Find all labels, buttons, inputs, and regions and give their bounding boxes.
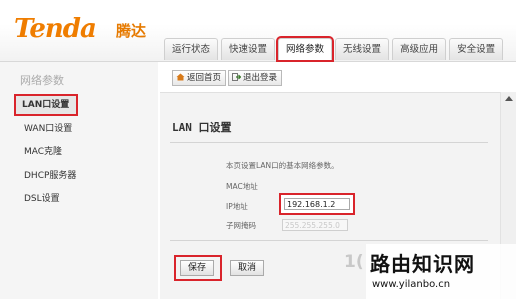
sidebar-item-mac-clone[interactable]: MAC克隆 bbox=[14, 141, 154, 163]
title-divider bbox=[170, 142, 488, 143]
sidebar-item-wan[interactable]: WAN口设置 bbox=[14, 118, 154, 140]
main-tabs: 运行状态 快速设置 网络参数 无线设置 高级应用 安全设置 bbox=[164, 36, 504, 62]
watermark-partial-text: 1( bbox=[344, 252, 364, 272]
sidebar-item-dsl[interactable]: DSL设置 bbox=[14, 188, 154, 210]
watermark-url: www.yilanbo.cn bbox=[372, 279, 451, 290]
logout-icon bbox=[232, 72, 242, 81]
scroll-up-arrow-icon[interactable] bbox=[505, 96, 513, 101]
ip-address-label: IP地址 bbox=[226, 202, 248, 211]
logout-button-label: 退出登录 bbox=[243, 73, 278, 83]
home-button[interactable]: 返回首页 bbox=[172, 70, 227, 86]
cancel-button[interactable]: 取消 bbox=[230, 260, 264, 276]
page-title: LAN 口设置 bbox=[172, 121, 232, 134]
watermark-title: 路由知识网 bbox=[370, 252, 475, 276]
ip-address-input[interactable] bbox=[284, 198, 350, 210]
sidebar-item-lan[interactable]: LAN口设置 bbox=[14, 94, 78, 116]
home-button-label: 返回首页 bbox=[187, 73, 222, 83]
form-divider bbox=[170, 240, 488, 241]
save-highlight: 保存 bbox=[174, 255, 222, 281]
page-description: 本页设置LAN口的基本网络参数。 bbox=[226, 161, 339, 170]
tab-security[interactable]: 安全设置 bbox=[449, 38, 504, 60]
ip-highlight bbox=[279, 193, 355, 215]
mac-address-label: MAC地址 bbox=[226, 182, 258, 191]
home-icon bbox=[176, 72, 185, 81]
sidebar: 网络参数 LAN口设置 WAN口设置 MAC克隆 DHCP服务器 DSL设置 bbox=[0, 62, 158, 299]
sidebar-item-dhcp[interactable]: DHCP服务器 bbox=[14, 165, 154, 187]
sidebar-title: 网络参数 bbox=[20, 74, 64, 87]
tab-advanced[interactable]: 高级应用 bbox=[392, 38, 447, 60]
tab-quick-setup[interactable]: 快速设置 bbox=[221, 38, 276, 60]
tab-status[interactable]: 运行状态 bbox=[164, 38, 219, 60]
save-button[interactable]: 保存 bbox=[180, 260, 214, 276]
logout-button[interactable]: 退出登录 bbox=[228, 70, 283, 86]
tab-wireless[interactable]: 无线设置 bbox=[335, 38, 390, 60]
header: Tenda 腾达 运行状态 快速设置 网络参数 无线设置 高级应用 安全设置 bbox=[0, 0, 516, 62]
subnet-mask-input[interactable] bbox=[282, 219, 348, 231]
subnet-mask-label: 子网掩码 bbox=[226, 221, 256, 230]
tenda-logo-cn: 腾达 bbox=[116, 22, 147, 40]
tab-network[interactable]: 网络参数 bbox=[276, 36, 335, 62]
sub-toolbar: 返回首页 退出登录 bbox=[160, 64, 516, 88]
tenda-logo: Tenda bbox=[14, 14, 97, 44]
